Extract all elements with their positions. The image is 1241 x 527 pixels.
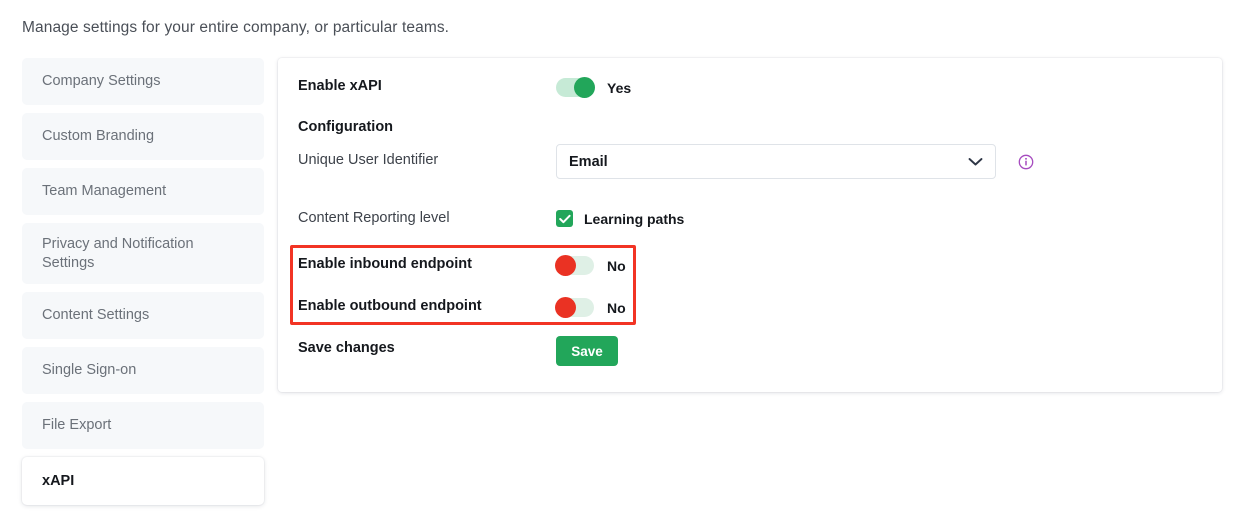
learning-paths-label: Learning paths (584, 210, 685, 227)
save-control: Save (556, 336, 618, 366)
sidebar-item-label: xAPI (42, 472, 75, 489)
sidebar-item-label: Content Settings (42, 307, 150, 324)
enable-xapi-row: Enable xAPI (298, 78, 382, 94)
enable-xapi-toggle-state: Yes (607, 79, 632, 96)
toggle-knob (555, 296, 576, 318)
inbound-endpoint-control: No (555, 254, 626, 276)
outbound-endpoint-control: No (555, 296, 626, 318)
sidebar-item-single-sign-on[interactable]: Single Sign-on (22, 347, 264, 394)
sidebar-item-privacy-and-notification-settings[interactable]: Privacy and Notification Settings (22, 223, 264, 284)
sidebar-item-custom-branding[interactable]: Custom Branding (22, 113, 264, 160)
inbound-endpoint-toggle-state: No (607, 257, 626, 274)
sidebar-item-company-settings[interactable]: Company Settings (22, 58, 264, 105)
unique-user-identifier-control: Email (556, 144, 1034, 179)
settings-page: Manage settings for your entire company,… (0, 0, 1241, 527)
inbound-endpoint-row: Enable inbound endpoint (298, 256, 472, 272)
enable-xapi-toggle[interactable] (556, 76, 595, 98)
sidebar-item-team-management[interactable]: Team Management (22, 168, 264, 215)
chevron-down-icon (968, 157, 983, 166)
save-changes-label: Save changes (298, 340, 395, 356)
configuration-heading-row: Configuration (298, 119, 393, 135)
content-reporting-row: Content Reporting level (298, 210, 450, 226)
sidebar-item-label: Company Settings (42, 73, 161, 90)
xapi-settings-panel: Enable xAPI Yes Configuration Unique Use… (278, 58, 1222, 392)
outbound-endpoint-toggle-state: No (607, 299, 626, 316)
sidebar-item-file-export[interactable]: File Export (22, 402, 264, 449)
page-subtitle: Manage settings for your entire company,… (22, 19, 450, 36)
toggle-knob (574, 76, 595, 98)
sidebar-item-content-settings[interactable]: Content Settings (22, 292, 264, 339)
content-reporting-control: Learning paths (556, 210, 684, 227)
toggle-knob (555, 254, 576, 276)
select-value: Email (569, 153, 608, 170)
sidebar-item-label: File Export (42, 417, 112, 434)
settings-sidebar: Company Settings Custom Branding Team Ma… (22, 58, 264, 513)
inbound-endpoint-label: Enable inbound endpoint (298, 256, 472, 272)
sidebar-item-label: Team Management (42, 183, 167, 200)
sidebar-item-xapi[interactable]: xAPI (22, 457, 264, 505)
save-changes-row: Save changes (298, 340, 395, 356)
outbound-endpoint-toggle[interactable] (555, 296, 594, 318)
learning-paths-checkbox[interactable] (556, 210, 573, 227)
save-button[interactable]: Save (556, 336, 618, 366)
inbound-endpoint-toggle[interactable] (555, 254, 594, 276)
content-reporting-label: Content Reporting level (298, 210, 450, 226)
outbound-endpoint-row: Enable outbound endpoint (298, 298, 482, 314)
enable-xapi-control: Yes (556, 76, 632, 98)
outbound-endpoint-label: Enable outbound endpoint (298, 298, 482, 314)
configuration-heading: Configuration (298, 119, 394, 135)
unique-user-identifier-select[interactable]: Email (556, 144, 996, 179)
sidebar-item-label: Single Sign-on (42, 362, 137, 379)
enable-xapi-label: Enable xAPI (298, 78, 382, 94)
unique-user-identifier-label: Unique User Identifier (298, 152, 439, 168)
unique-user-identifier-row: Unique User Identifier (298, 152, 438, 168)
sidebar-item-label: Custom Branding (42, 128, 155, 145)
info-circle-icon[interactable] (1018, 154, 1034, 170)
sidebar-item-label: Privacy and Notification Settings (42, 236, 194, 271)
